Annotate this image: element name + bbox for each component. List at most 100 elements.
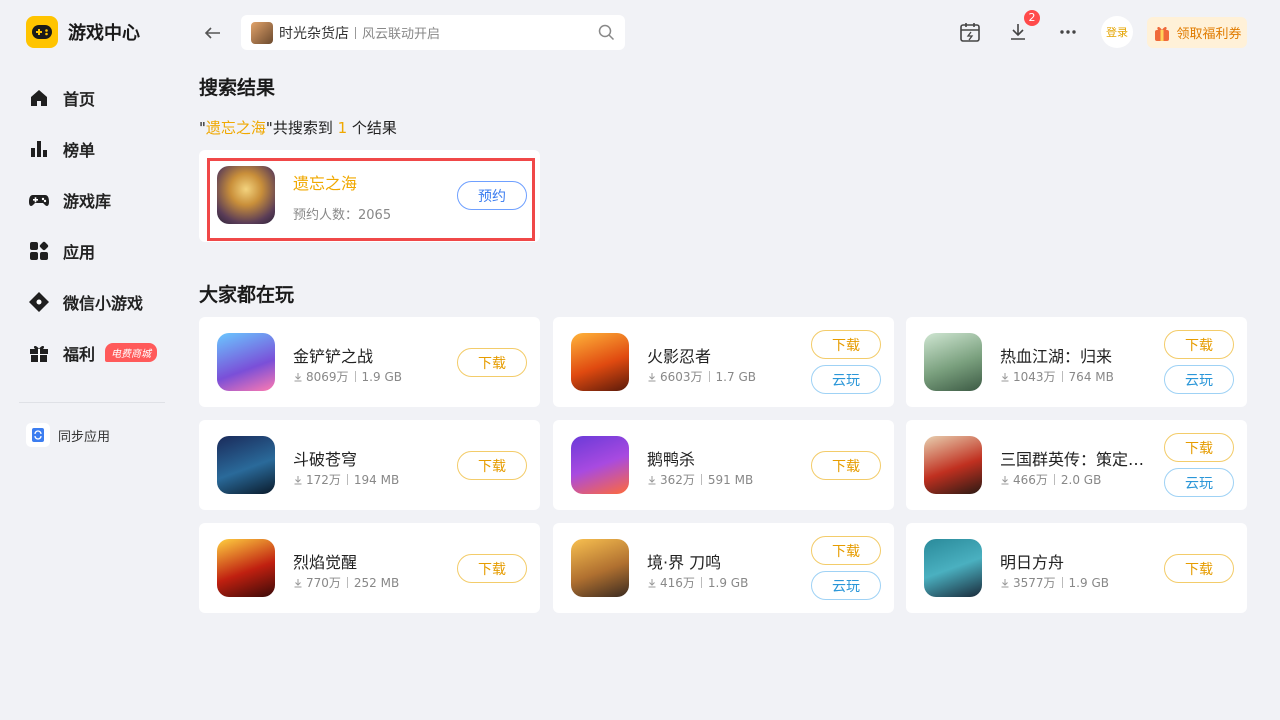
game-card[interactable]: 三国群英传：策定九州 466万 2.0 GB 下载云玩 bbox=[906, 420, 1247, 510]
game-name[interactable]: 境·界 刀鸣 bbox=[647, 549, 721, 573]
meta-separator bbox=[708, 371, 710, 382]
game-size: 194 MB bbox=[353, 472, 400, 487]
claim-coupon-button[interactable]: 领取福利券 bbox=[1147, 17, 1247, 48]
game-name[interactable]: 鹅鸭杀 bbox=[647, 446, 695, 470]
game-card[interactable]: 热血江湖：归来 1043万 764 MB 下载云玩 bbox=[906, 317, 1247, 407]
back-arrow-icon[interactable] bbox=[202, 22, 224, 44]
download-button[interactable]: 下载 bbox=[457, 451, 527, 480]
game-card[interactable]: 火影忍者 6603万 1.7 GB 下载 云玩 bbox=[553, 317, 894, 407]
download-button[interactable]: 下载 bbox=[811, 451, 881, 480]
game-icon[interactable] bbox=[924, 436, 982, 494]
cloud-play-button[interactable]: 云玩 bbox=[811, 365, 881, 394]
game-card[interactable]: 鹅鸭杀 362万 591 MB 下载 bbox=[553, 420, 894, 510]
gift-icon bbox=[30, 345, 48, 362]
game-meta: 466万 2.0 GB bbox=[1000, 471, 1101, 488]
sidebar-item-game-library[interactable]: 游戏库 bbox=[28, 174, 178, 225]
game-meta: 770万 252 MB bbox=[293, 574, 399, 591]
game-icon[interactable] bbox=[924, 333, 982, 391]
sidebar-item-wechat-mini-games[interactable]: 微信小游戏 bbox=[28, 276, 178, 327]
search-icon[interactable] bbox=[598, 24, 615, 41]
meta-separator bbox=[354, 371, 356, 382]
app-logo: 游戏中心 bbox=[26, 16, 140, 48]
sidebar-item-label: 福利 bbox=[63, 344, 96, 364]
game-card[interactable]: 斗破苍穹 172万 194 MB 下载 bbox=[199, 420, 540, 510]
game-meta: 1043万 764 MB bbox=[1000, 368, 1114, 385]
meta-separator bbox=[346, 577, 348, 588]
game-size: 764 MB bbox=[1068, 369, 1114, 384]
gamepad-icon bbox=[29, 194, 49, 206]
game-card[interactable]: 境·界 刀鸣 416万 1.9 GB 下载云玩 bbox=[553, 523, 894, 613]
search-bar[interactable]: 时光杂货店 风云联动开启 bbox=[241, 15, 625, 50]
app-title: 游戏中心 bbox=[68, 23, 140, 44]
sidebar-item-welfare[interactable]: 福利 电费商城 bbox=[28, 327, 178, 378]
search-input[interactable]: 时光杂货店 bbox=[279, 23, 349, 43]
game-size: 1.9 GB bbox=[707, 575, 749, 590]
login-button[interactable]: 登录 bbox=[1101, 16, 1133, 48]
sidebar-item-apps[interactable]: 应用 bbox=[28, 225, 178, 276]
cloud-play-button[interactable]: 云玩 bbox=[811, 571, 881, 600]
game-name[interactable]: 斗破苍穹 bbox=[293, 446, 357, 470]
game-name[interactable]: 明日方舟 bbox=[1000, 549, 1064, 573]
game-name[interactable]: 金铲铲之战 bbox=[293, 343, 373, 367]
apps-icon bbox=[30, 241, 49, 260]
home-icon bbox=[31, 89, 47, 106]
game-meta: 362万 591 MB bbox=[647, 471, 753, 488]
game-name[interactable]: 三国群英传：策定九州 bbox=[1000, 446, 1145, 470]
result-game-name[interactable]: 遗忘之海 bbox=[293, 170, 357, 194]
sync-apps-label: 同步应用 bbox=[58, 429, 111, 445]
download-count-icon bbox=[294, 578, 302, 587]
meta-separator bbox=[1061, 577, 1063, 588]
game-icon-oblivion-sea[interactable] bbox=[217, 166, 275, 224]
download-count-badge: 2 bbox=[1024, 10, 1040, 26]
game-download-count: 362万 bbox=[660, 473, 695, 487]
game-download-count: 6603万 bbox=[660, 370, 703, 384]
download-button[interactable]: 下载 bbox=[811, 536, 881, 565]
game-icon[interactable] bbox=[571, 436, 629, 494]
meta-separator bbox=[700, 577, 702, 588]
download-button[interactable]: 下载 bbox=[457, 348, 527, 377]
game-meta: 8069万 1.9 GB bbox=[293, 368, 402, 385]
game-card[interactable]: 明日方舟 3577万 1.9 GB 下载 bbox=[906, 523, 1247, 613]
download-button[interactable]: 下载 bbox=[1164, 433, 1234, 462]
game-icon[interactable] bbox=[217, 436, 275, 494]
sidebar-item-home[interactable]: 首页 bbox=[28, 72, 178, 123]
cloud-play-button[interactable]: 云玩 bbox=[1164, 468, 1234, 497]
download-button[interactable]: 下载 bbox=[1164, 554, 1234, 583]
game-icon[interactable] bbox=[217, 539, 275, 597]
game-name[interactable]: 热血江湖：归来 bbox=[1000, 343, 1112, 367]
sidebar-item-label: 应用 bbox=[63, 242, 96, 262]
game-icon[interactable] bbox=[571, 539, 629, 597]
game-icon[interactable] bbox=[924, 539, 982, 597]
game-meta: 172万 194 MB bbox=[293, 471, 399, 488]
game-download-count: 172万 bbox=[306, 473, 341, 487]
download-button[interactable]: 下载 bbox=[811, 330, 881, 359]
download-button[interactable]: 下载 bbox=[457, 554, 527, 583]
more-icon[interactable] bbox=[1056, 20, 1080, 44]
game-download-count: 8069万 bbox=[306, 370, 349, 384]
gamepad-logo-icon bbox=[26, 16, 58, 48]
game-size: 2.0 GB bbox=[1060, 472, 1102, 487]
download-count-icon bbox=[1001, 578, 1009, 587]
game-card[interactable]: 金铲铲之战 8069万 1.9 GB 下载 bbox=[199, 317, 540, 407]
game-download-count: 416万 bbox=[660, 576, 695, 590]
game-icon[interactable] bbox=[217, 333, 275, 391]
game-name[interactable]: 火影忍者 bbox=[647, 343, 711, 367]
game-size: 1.9 GB bbox=[361, 369, 402, 384]
sync-icon bbox=[26, 423, 50, 447]
reserve-button[interactable]: 预约 bbox=[457, 181, 527, 210]
sidebar-divider bbox=[19, 402, 165, 403]
popular-title: 大家都在玩 bbox=[199, 284, 295, 306]
calendar-icon[interactable] bbox=[958, 20, 982, 44]
game-icon[interactable] bbox=[571, 333, 629, 391]
cloud-play-button[interactable]: 云玩 bbox=[1164, 365, 1234, 394]
game-name[interactable]: 烈焰觉醒 bbox=[293, 549, 357, 573]
game-size: 591 MB bbox=[707, 472, 754, 487]
game-card[interactable]: 烈焰觉醒 770万 252 MB 下载 bbox=[199, 523, 540, 613]
sidebar-item-label: 榜单 bbox=[63, 140, 96, 160]
sidebar-nav: 首页 榜单 游戏库 应用 微信小游戏 福利 电费商城 bbox=[28, 72, 178, 378]
meta-separator bbox=[1061, 371, 1063, 382]
sidebar-item-ranking[interactable]: 榜单 bbox=[28, 123, 178, 174]
sync-apps-button[interactable]: 同步应用 bbox=[26, 423, 110, 447]
download-button[interactable]: 下载 bbox=[1164, 330, 1234, 359]
game-size: 252 MB bbox=[353, 575, 400, 590]
